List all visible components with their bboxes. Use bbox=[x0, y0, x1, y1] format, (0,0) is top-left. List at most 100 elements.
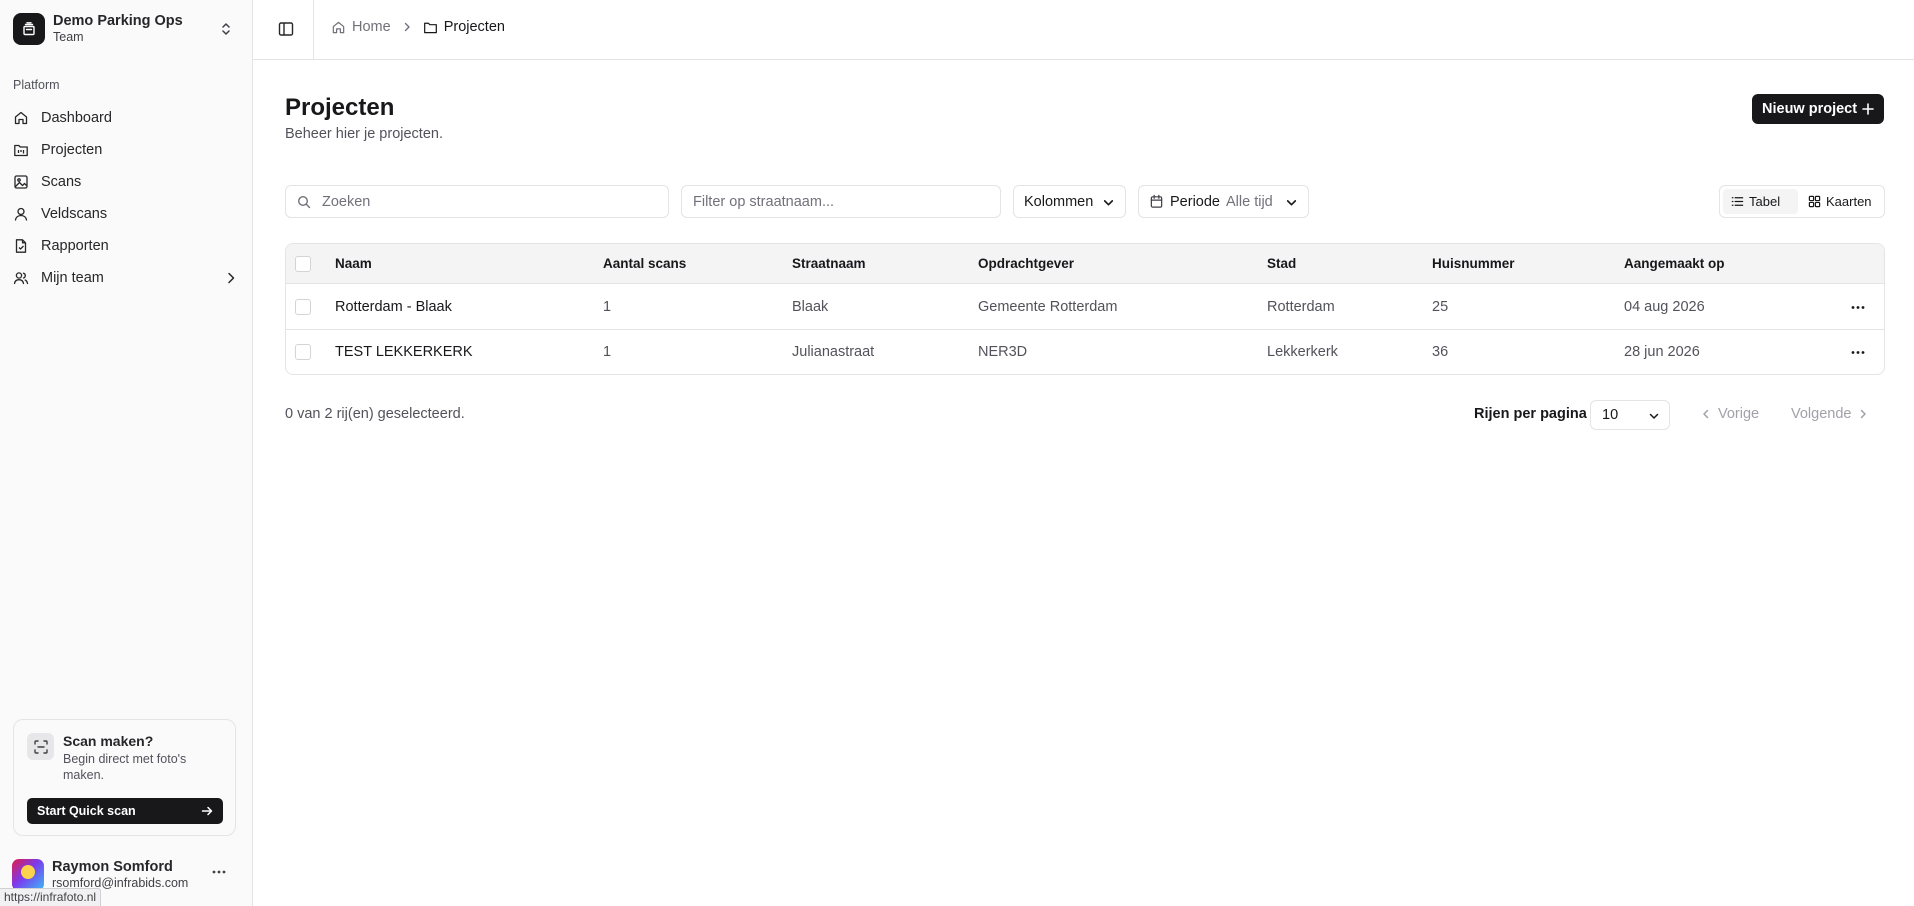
cell-naam: TEST LEKKERKERK bbox=[335, 344, 473, 360]
sidebar-toggle-icon[interactable] bbox=[277, 20, 295, 38]
status-bar-url: https://infrafoto.nl bbox=[0, 888, 102, 906]
period-value: Alle tijd bbox=[1225, 193, 1273, 210]
topbar-divider bbox=[313, 0, 314, 60]
columns-button[interactable]: Kolommen bbox=[1013, 185, 1126, 218]
cell-aantal-scans: 1 bbox=[603, 299, 612, 315]
column-header-aangemaakt-op[interactable]: Aangemaakt op bbox=[1624, 256, 1725, 271]
sidebar-item-label: Veldscans bbox=[41, 206, 108, 222]
user-name: Raymon Somford bbox=[52, 858, 173, 875]
next-page-button[interactable]: Volgende bbox=[1791, 406, 1869, 422]
row-actions-icon[interactable] bbox=[1851, 305, 1865, 310]
table-row[interactable]: Rotterdam - Blaak 1 Blaak Gemeente Rotte… bbox=[286, 285, 1884, 330]
team-plan: Team bbox=[53, 30, 84, 45]
chevron-right-icon bbox=[1861, 409, 1867, 419]
calendar-icon bbox=[1150, 194, 1163, 208]
cell-stad: Lekkerkerk bbox=[1267, 344, 1338, 360]
search-input[interactable] bbox=[285, 185, 669, 218]
folder-icon bbox=[423, 22, 437, 33]
team-switcher[interactable]: Demo Parking Ops Team bbox=[8, 8, 245, 50]
row-checkbox[interactable] bbox=[295, 344, 311, 360]
period-label: Periode bbox=[1170, 193, 1220, 210]
quick-scan-description: Begin direct met foto's maken. bbox=[63, 752, 187, 782]
chevron-right-icon bbox=[401, 21, 413, 33]
previous-page-button[interactable]: Vorige bbox=[1700, 406, 1759, 422]
more-horizontal-icon[interactable] bbox=[211, 869, 227, 875]
quick-scan-card: Scan maken? Begin direct met foto's make… bbox=[13, 719, 236, 836]
team-name: Demo Parking Ops bbox=[53, 13, 183, 30]
cell-naam: Rotterdam - Blaak bbox=[335, 299, 452, 315]
columns-label: Kolommen bbox=[1024, 193, 1094, 210]
breadcrumb-home[interactable]: Home bbox=[331, 19, 391, 35]
selection-count: 0 van 2 rij(en) geselecteerd. bbox=[285, 406, 465, 422]
list-icon bbox=[1731, 197, 1744, 206]
quick-scan-title: Scan maken? bbox=[63, 733, 154, 749]
sidebar-nav: Dashboard Projecten Scans Veldscans Rapp… bbox=[8, 102, 245, 294]
rows-per-page-select[interactable]: 10 bbox=[1590, 400, 1670, 430]
sidebar-item-veldscans[interactable]: Veldscans bbox=[8, 198, 245, 230]
sidebar-item-scans[interactable]: Scans bbox=[8, 166, 245, 198]
plus-icon bbox=[1862, 103, 1874, 115]
view-cards-toggle[interactable]: Kaarten bbox=[1800, 189, 1882, 214]
search-field bbox=[285, 185, 669, 218]
grid-icon bbox=[1808, 195, 1821, 208]
home-icon bbox=[332, 21, 345, 33]
nav-group-label: Platform bbox=[13, 78, 60, 92]
chevron-down-icon bbox=[1286, 200, 1297, 206]
column-header-opdrachtgever[interactable]: Opdrachtgever bbox=[978, 256, 1074, 271]
sidebar-item-label: Dashboard bbox=[41, 110, 112, 126]
page-subtitle: Beheer hier je projecten. bbox=[285, 126, 443, 142]
breadcrumb-home-label: Home bbox=[352, 19, 391, 35]
next-page-label: Volgende bbox=[1791, 406, 1852, 422]
images-icon bbox=[13, 174, 29, 190]
table-row[interactable]: TEST LEKKERKERK 1 Julianastraat NER3D Le… bbox=[286, 330, 1884, 374]
sidebar-item-label: Projecten bbox=[41, 142, 103, 158]
topbar: Home Projecten bbox=[253, 0, 1914, 60]
sidebar: Demo Parking Ops Team Platform Dashboard… bbox=[0, 0, 253, 906]
cell-straatnaam: Julianastraat bbox=[792, 344, 875, 360]
column-header-naam[interactable]: Naam bbox=[335, 256, 372, 271]
view-cards-label: Kaarten bbox=[1826, 194, 1872, 209]
rows-per-page-value: 10 bbox=[1602, 407, 1619, 423]
column-header-stad[interactable]: Stad bbox=[1267, 256, 1296, 271]
cell-stad: Rotterdam bbox=[1267, 299, 1335, 315]
cell-aantal-scans: 1 bbox=[603, 344, 612, 360]
cell-aangemaakt-op: 04 aug 2026 bbox=[1624, 299, 1705, 315]
team-logo-icon bbox=[13, 13, 45, 45]
chevron-left-icon bbox=[1703, 409, 1709, 419]
sidebar-item-dashboard[interactable]: Dashboard bbox=[8, 102, 245, 134]
arrow-right-icon bbox=[201, 806, 213, 816]
breadcrumb-current-label: Projecten bbox=[443, 19, 505, 35]
folder-kanban-icon bbox=[13, 142, 29, 158]
breadcrumb-current: Projecten bbox=[423, 19, 505, 35]
start-quick-scan-button[interactable]: Start Quick scan bbox=[27, 798, 223, 824]
page-title: Projecten bbox=[285, 94, 395, 121]
cell-huisnummer: 36 bbox=[1432, 344, 1449, 360]
previous-page-label: Vorige bbox=[1718, 406, 1760, 422]
column-header-aantal-scans[interactable]: Aantal scans bbox=[603, 256, 686, 271]
rows-per-page-label: Rijen per pagina bbox=[1474, 406, 1587, 422]
view-table-label: Tabel bbox=[1749, 194, 1781, 209]
chevron-down-icon bbox=[1103, 200, 1114, 206]
cell-opdrachtgever: NER3D bbox=[978, 344, 1028, 360]
sidebar-item-label: Rapporten bbox=[41, 238, 109, 254]
projects-table: Naam Aantal scans Straatnaam Opdrachtgev… bbox=[285, 243, 1885, 375]
street-filter-input[interactable] bbox=[681, 185, 1001, 218]
sidebar-item-mijn-team[interactable]: Mijn team bbox=[8, 262, 245, 294]
period-filter-button[interactable]: Periode Alle tijd bbox=[1138, 185, 1309, 218]
column-header-huisnummer[interactable]: Huisnummer bbox=[1432, 256, 1515, 271]
view-table-toggle[interactable]: Tabel bbox=[1723, 189, 1798, 214]
cell-opdrachtgever: Gemeente Rotterdam bbox=[978, 299, 1118, 315]
column-header-straatnaam[interactable]: Straatnaam bbox=[792, 256, 866, 271]
avatar bbox=[12, 859, 44, 891]
scan-icon bbox=[27, 733, 54, 760]
row-checkbox[interactable] bbox=[295, 299, 311, 315]
chevron-down-icon bbox=[1649, 413, 1659, 419]
breadcrumb: Home Projecten bbox=[331, 19, 505, 35]
select-all-checkbox[interactable] bbox=[295, 256, 311, 272]
users-icon bbox=[13, 270, 29, 286]
sidebar-item-rapporten[interactable]: Rapporten bbox=[8, 230, 245, 262]
cell-straatnaam: Blaak bbox=[792, 299, 829, 315]
row-actions-icon[interactable] bbox=[1851, 350, 1865, 355]
new-project-button[interactable]: Nieuw project bbox=[1752, 94, 1884, 124]
sidebar-item-projecten[interactable]: Projecten bbox=[8, 134, 245, 166]
